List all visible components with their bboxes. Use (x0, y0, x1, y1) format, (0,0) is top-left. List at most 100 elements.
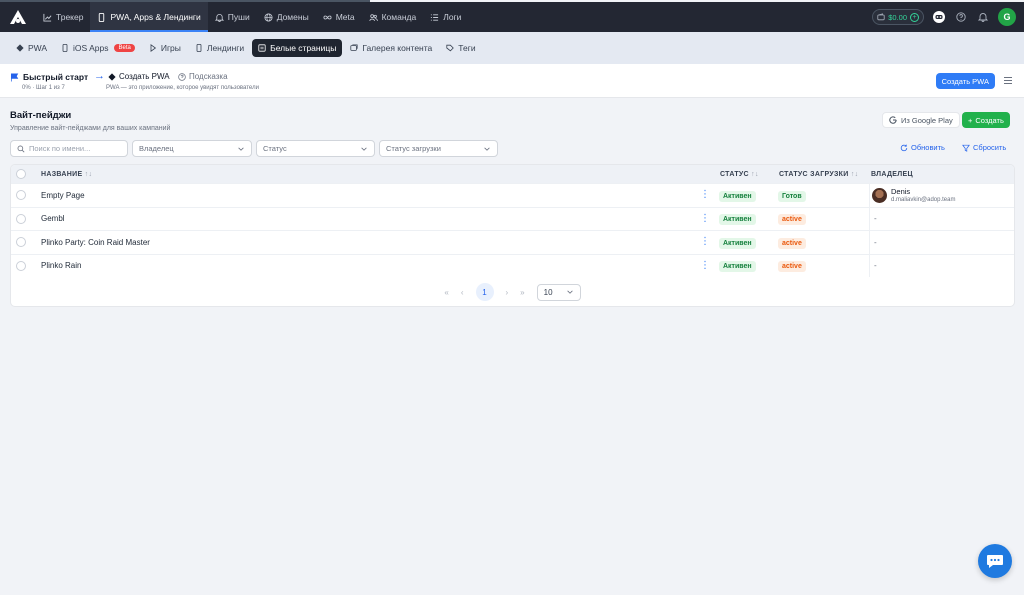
more-vertical-icon[interactable]: ⋮ (700, 260, 710, 271)
table-row[interactable]: Empty Page ⋮ Активен Готов Denis d.malia… (11, 183, 1014, 207)
last-page-button[interactable]: » (520, 288, 524, 297)
top-navigation-bar: Трекер PWA, Apps & Лендинги Пуши Домены … (0, 2, 1024, 32)
list-icon (431, 13, 439, 21)
quickstart-step[interactable]: Создать PWA (108, 72, 170, 81)
tab-white-pages[interactable]: Белые страницы (252, 39, 343, 57)
more-vertical-icon[interactable]: ⋮ (700, 237, 710, 247)
tab-ios-apps-label: iOS Apps (73, 43, 109, 53)
create-button-label: Создать (975, 115, 1004, 125)
nav-domains[interactable]: Домены (257, 2, 316, 32)
filter-icon (962, 144, 970, 152)
owner-email: d.maliavkin@adop.team (891, 197, 956, 203)
status-badge: Активен (719, 261, 756, 273)
column-status[interactable]: СТАТУС ↑↓ (720, 171, 759, 178)
owner-cell: - (869, 207, 877, 230)
column-name[interactable]: НАЗВАНИЕ ↑↓ (41, 171, 92, 178)
tab-content-gallery[interactable]: Галерея контента (344, 39, 438, 57)
smartphone-icon (99, 12, 105, 22)
column-upload-status-label: СТАТУС ЗАГРУЗКИ (779, 170, 849, 178)
row-name[interactable]: Empty Page (41, 191, 85, 200)
prev-page-button[interactable]: ‹ (461, 288, 464, 297)
current-page[interactable]: 1 (475, 283, 494, 301)
column-upload-status[interactable]: СТАТУС ЗАГРУЗКИ ↑↓ (779, 171, 858, 178)
chat-support-button[interactable] (978, 544, 1012, 578)
search-icon (17, 145, 25, 152)
balance-pill[interactable]: $0.00 + (872, 9, 924, 25)
row-name[interactable]: Plinko Rain (41, 261, 81, 270)
tab-ios-apps[interactable]: iOS Apps Beta (55, 39, 141, 57)
row-checkbox[interactable] (16, 260, 26, 271)
nav-tracker[interactable]: Трекер (36, 2, 90, 32)
gallery-icon (350, 44, 358, 51)
chat-bubble-icon (987, 555, 1003, 568)
user-avatar[interactable]: G (998, 8, 1016, 26)
tab-games[interactable]: Игры (143, 39, 187, 57)
infinity-icon (323, 15, 332, 19)
logo-icon (10, 10, 26, 24)
tab-tags[interactable]: Теги (440, 39, 481, 57)
next-page-button[interactable]: › (506, 288, 509, 297)
tag-icon (446, 44, 455, 52)
quickstart-progress: 0% · Шаг 1 из 7 (22, 85, 65, 91)
row-checkbox[interactable] (16, 190, 26, 201)
table-row[interactable]: Plinko Party: Coin Raid Master ⋮ Активен… (11, 230, 1014, 254)
chart-line-icon (43, 13, 52, 22)
app-logo[interactable] (0, 2, 36, 32)
nav-logs[interactable]: Логи (423, 2, 468, 32)
row-name[interactable]: Plinko Party: Coin Raid Master (41, 238, 150, 247)
row-name[interactable]: Gembl (41, 214, 65, 223)
nav-team[interactable]: Команда (362, 2, 424, 32)
notifications-bell-icon[interactable] (976, 10, 990, 24)
table-row[interactable]: Plinko Rain ⋮ Активен active - (11, 253, 1014, 277)
owner-select[interactable]: Владелец (132, 140, 252, 157)
first-page-button[interactable]: « (444, 288, 448, 297)
more-vertical-icon[interactable]: ⋮ (700, 190, 710, 200)
import-google-play-button[interactable]: Из Google Play (882, 112, 960, 128)
status-select[interactable]: Статус (256, 140, 375, 157)
menu-icon[interactable] (1004, 77, 1012, 84)
chevron-down-icon (566, 290, 573, 294)
upload-status-badge: active (778, 237, 806, 249)
smartphone-icon (62, 44, 68, 52)
page-size-select[interactable]: 10 (536, 283, 581, 301)
globe-icon (264, 12, 273, 22)
nav-tracker-label: Трекер (56, 12, 84, 22)
row-checkbox[interactable] (16, 213, 26, 224)
upload-status-badge: active (778, 214, 806, 226)
upload-status-select[interactable]: Статус загрузки (379, 140, 498, 157)
tab-pwa[interactable]: PWA (10, 39, 53, 57)
quickstart-section[interactable]: Быстрый старт 0% · Шаг 1 из 7 (10, 72, 88, 91)
search-field[interactable] (10, 140, 128, 157)
row-checkbox[interactable] (16, 237, 26, 248)
nav-meta[interactable]: Meta (316, 2, 362, 32)
refresh-icon (900, 144, 908, 151)
more-vertical-icon[interactable]: ⋮ (700, 213, 710, 224)
robot-icon[interactable] (932, 10, 946, 24)
create-button[interactable]: + Создать (962, 112, 1010, 128)
android-icon (16, 44, 24, 52)
balance-amount: $0.00 (888, 12, 907, 22)
tab-content-gallery-label: Галерея контента (362, 43, 433, 53)
status-badge: Активен (719, 190, 756, 202)
quickstart-hint[interactable]: Подсказка (178, 72, 228, 81)
create-pwa-button[interactable]: Создать PWA (935, 73, 995, 89)
nav-pwa-apps[interactable]: PWA, Apps & Лендинги (90, 2, 209, 32)
add-funds-icon[interactable]: + (910, 12, 919, 22)
select-all-checkbox[interactable] (16, 169, 26, 179)
reset-filters-label: Сбросить (973, 143, 1007, 152)
arrow-right-icon: → (94, 70, 105, 82)
table-row[interactable]: Gembl ⋮ Активен active - (11, 206, 1014, 230)
tab-landings[interactable]: Лендинги (189, 39, 250, 57)
refresh-button[interactable]: Обновить (900, 143, 945, 152)
smartphone-icon (196, 44, 202, 52)
help-icon[interactable] (954, 10, 968, 24)
search-input[interactable] (29, 144, 119, 153)
nav-push[interactable]: Пуши (208, 2, 257, 32)
status-badge: Активен (719, 214, 756, 226)
white-pages-table: НАЗВАНИЕ ↑↓ СТАТУС ↑↓ СТАТУС ЗАГРУЗКИ ↑↓… (10, 164, 1015, 307)
owner-name: Denis (891, 186, 911, 196)
owner-cell: - (869, 231, 877, 254)
owner-cell: Denis d.maliavkin@adop.team (869, 184, 955, 207)
reset-filters-button[interactable]: Сбросить (962, 143, 1006, 152)
play-icon (150, 44, 156, 52)
